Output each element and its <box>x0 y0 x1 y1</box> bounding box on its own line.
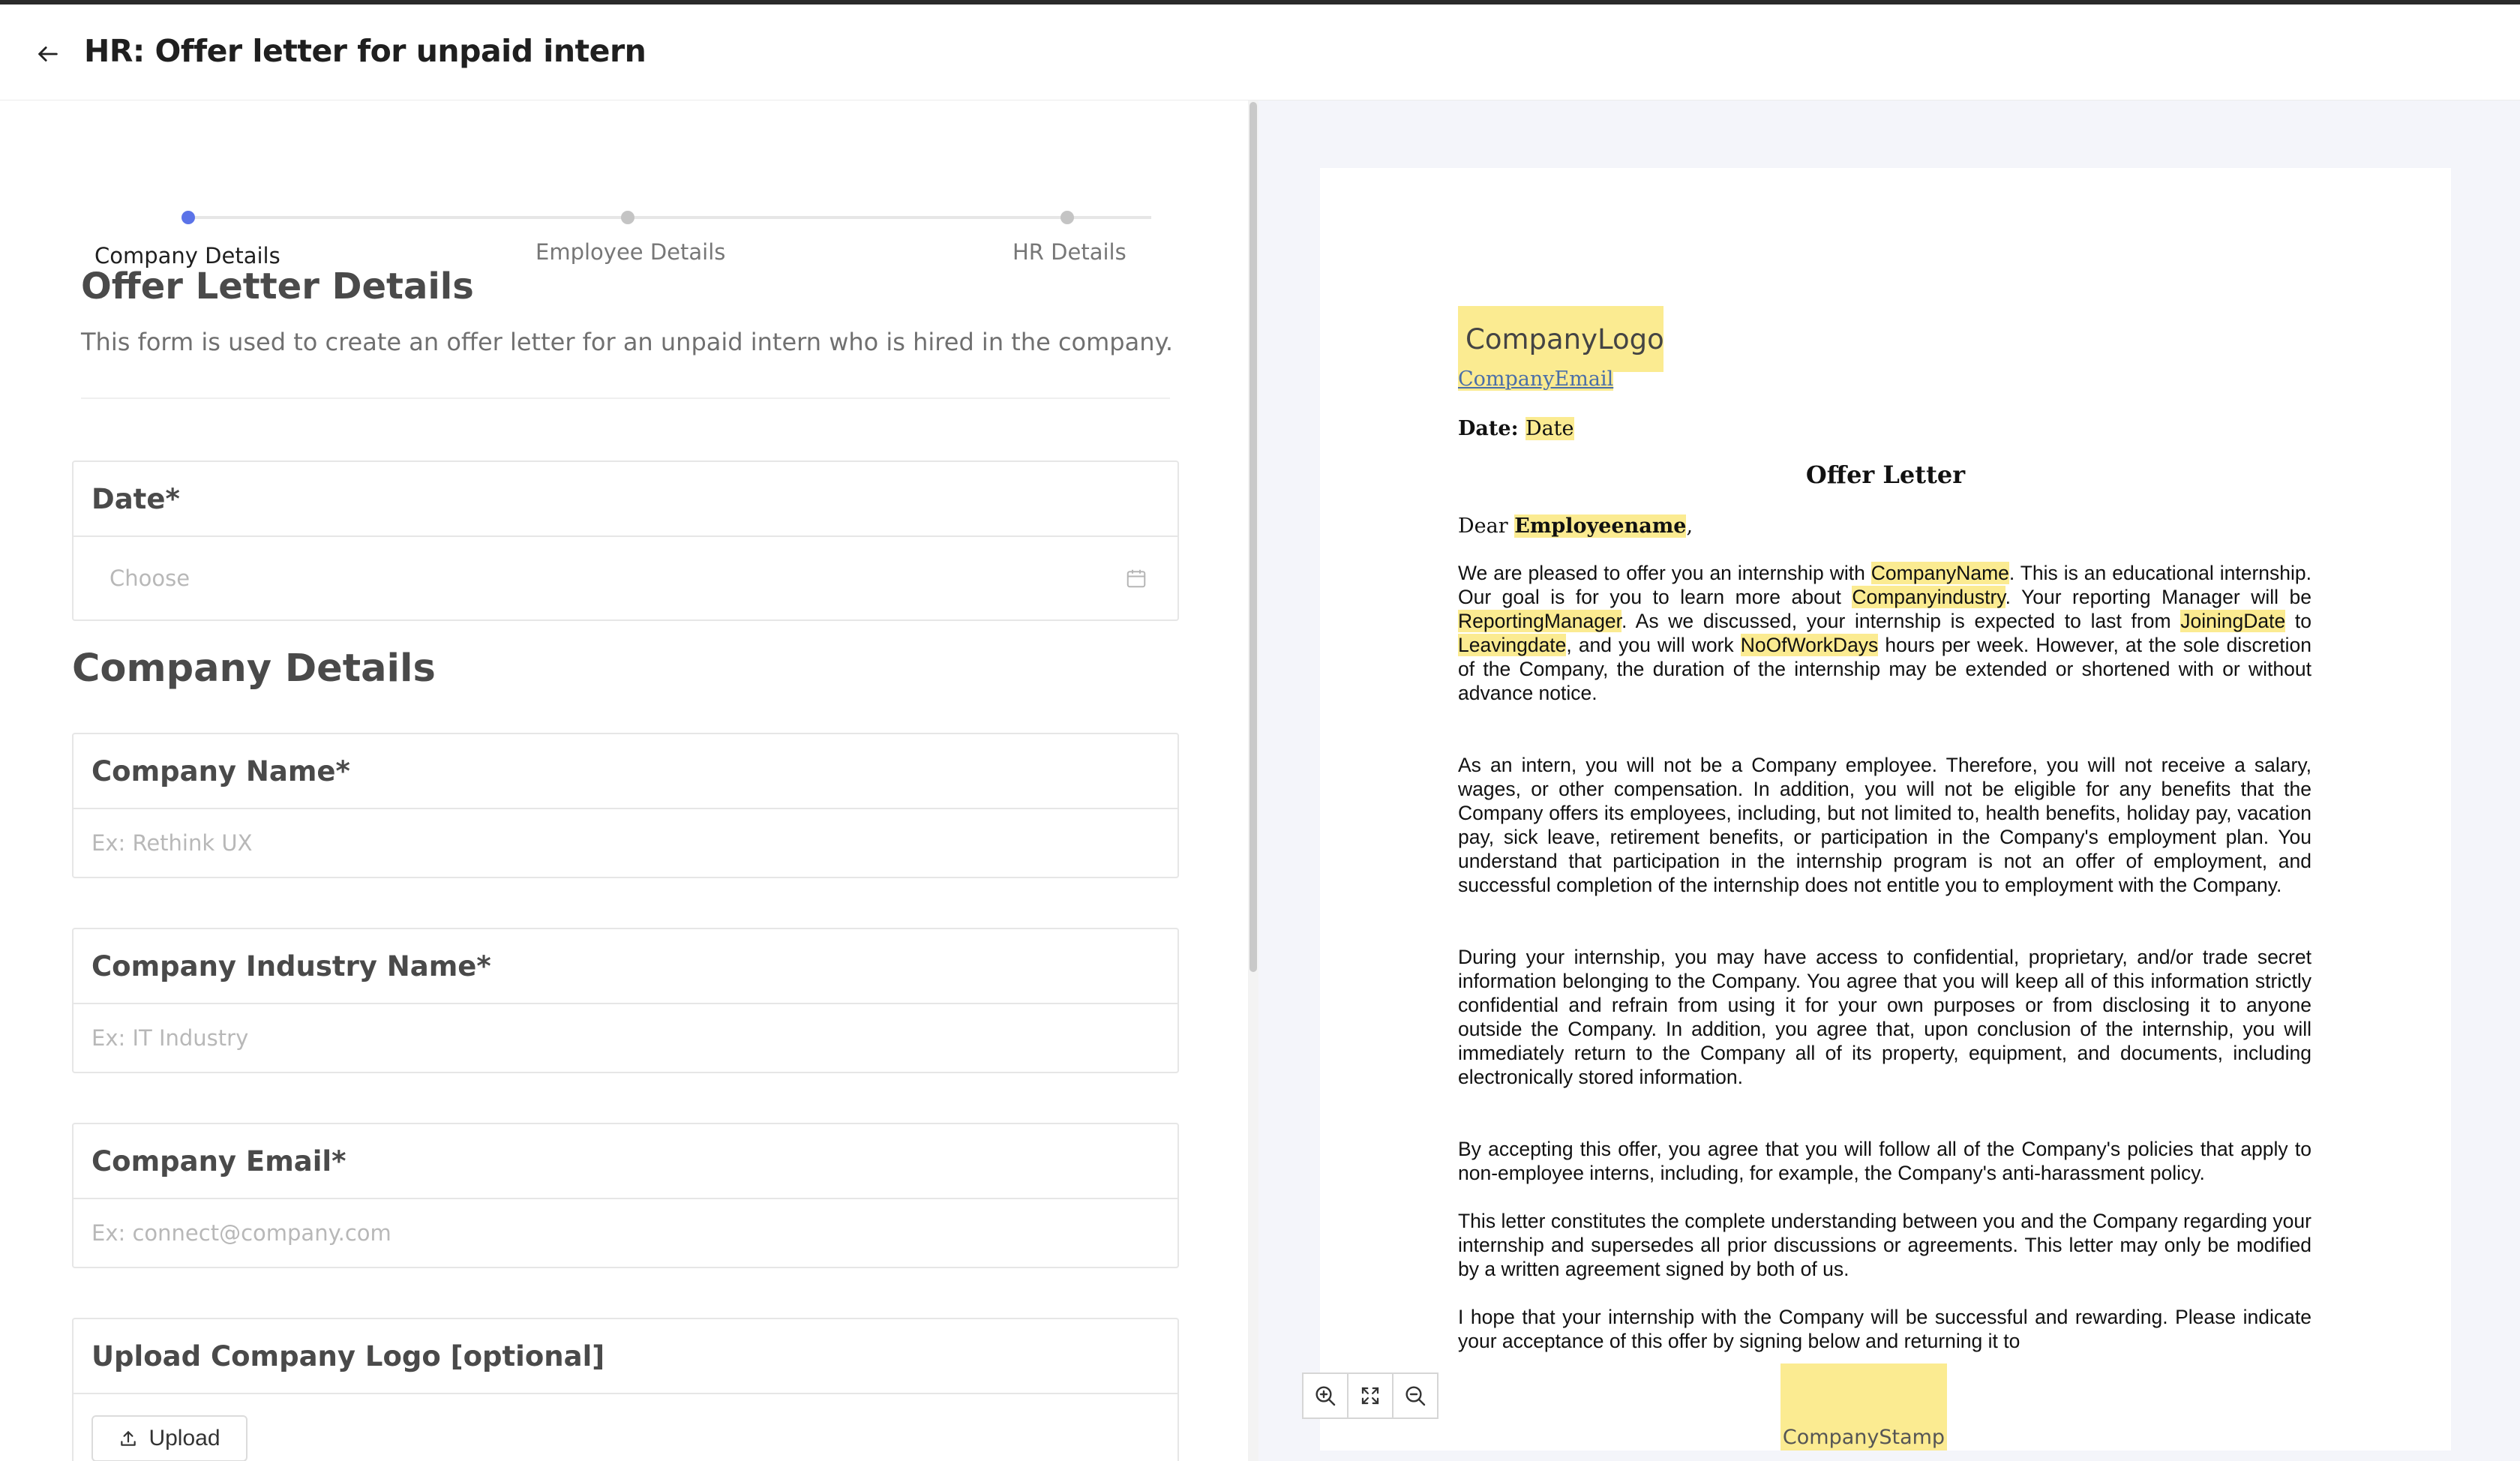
date-value: Date <box>1525 417 1574 440</box>
step-company-details[interactable]: Company Details <box>94 243 280 268</box>
p1-text-f: , and you will work <box>1566 634 1741 656</box>
date-label: Date* <box>74 462 1178 537</box>
zoom-in-button[interactable] <box>1302 1372 1348 1419</box>
company-industry-input[interactable] <box>74 1025 1178 1051</box>
preview-panel: CompanyLogo CompanyEmail Date: Date Offe… <box>1258 100 2520 1461</box>
paragraph-3: During your internship, you may have acc… <box>1458 946 2312 1088</box>
fit-screen-icon <box>1361 1387 1379 1405</box>
company-email-link[interactable]: CompanyEmail <box>1458 368 1614 391</box>
zoom-out-icon <box>1406 1386 1426 1406</box>
letter-greeting: Dear Employeename, <box>1458 514 1694 538</box>
step-hr-details[interactable]: HR Details <box>1012 239 1126 265</box>
offer-letter-details-desc: This form is used to create an offer let… <box>81 328 1174 356</box>
stepper: Company Details Employee Details HR Deta… <box>90 153 1185 268</box>
company-name-label: Company Name* <box>74 734 1178 809</box>
fit-screen-button[interactable] <box>1347 1372 1394 1419</box>
letter-date: Date: Date <box>1458 417 1574 440</box>
company-stamp-placeholder: CompanyStamp <box>1780 1364 1947 1450</box>
company-name-input[interactable] <box>74 830 1178 856</box>
p1-company-industry: Companyindustry <box>1852 586 2006 608</box>
zoom-out-button[interactable] <box>1392 1372 1438 1419</box>
offer-letter-preview: CompanyLogo CompanyEmail Date: Date Offe… <box>1320 168 2451 1450</box>
p1-text-d: . As we discussed, your internship is ex… <box>1622 610 2181 632</box>
company-email-input[interactable] <box>74 1220 1178 1246</box>
paragraph-1: We are pleased to offer you an internshi… <box>1458 561 2312 705</box>
offer-letter-details-title: Offer Letter Details <box>81 266 474 308</box>
header: HR: Offer letter for unpaid intern <box>0 4 2520 100</box>
upload-icon <box>121 1431 136 1446</box>
company-details-title: Company Details <box>72 646 436 691</box>
step-dot-company <box>182 211 195 224</box>
company-industry-field: Company Industry Name* <box>72 928 1179 1073</box>
p1-text-c: . Your reporting Manager will be <box>2005 586 2312 608</box>
arrow-left-icon <box>38 46 58 62</box>
step-employee-details[interactable]: Employee Details <box>536 239 725 265</box>
zoom-controls <box>1302 1372 1438 1420</box>
paragraph-6: I hope that your internship with the Com… <box>1458 1306 2312 1352</box>
calendar-icon[interactable] <box>1125 567 1148 590</box>
company-email-field: Company Email* <box>72 1123 1179 1268</box>
paragraph-5: This letter constitutes the complete und… <box>1458 1210 2312 1280</box>
p1-reporting-manager: ReportingManager <box>1458 610 1622 632</box>
p1-work-days: NoOfWorkDays <box>1740 634 1879 656</box>
company-logo-field: Upload Company Logo [optional] Upload <box>72 1318 1179 1461</box>
company-logo-label: Upload Company Logo [optional] <box>74 1319 1178 1394</box>
p1-company-name: CompanyName <box>1870 562 2009 584</box>
employee-name: Employeename <box>1514 514 1687 538</box>
back-button[interactable] <box>28 34 68 74</box>
upload-label: Upload <box>148 1426 220 1450</box>
date-label-text: Date <box>1458 417 1511 440</box>
company-email-label: Company Email* <box>74 1124 1178 1199</box>
paragraph-2: As an intern, you will not be a Company … <box>1458 754 2312 896</box>
letter-title: Offer Letter <box>1805 460 1966 489</box>
page-title: HR: Offer letter for unpaid intern <box>84 33 646 69</box>
date-field: Date* <box>72 460 1179 621</box>
company-name-field: Company Name* <box>72 733 1179 878</box>
upload-button[interactable]: Upload <box>92 1415 248 1461</box>
company-industry-label: Company Industry Name* <box>74 929 1178 1004</box>
zoom-in-icon <box>1316 1386 1336 1406</box>
company-logo-placeholder: CompanyLogo <box>1458 306 1664 372</box>
p1-joining-date: JoiningDate <box>2180 610 2286 632</box>
step-dot-employee <box>621 211 634 224</box>
form-scrollbar-thumb[interactable] <box>1250 102 1257 972</box>
section-divider <box>81 398 1170 399</box>
p1-text-a: We are pleased to offer you an internshi… <box>1458 562 1871 584</box>
form-panel: Company Details Employee Details HR Deta… <box>0 100 1252 1461</box>
p1-leaving-date: Leavingdate <box>1458 634 1567 656</box>
step-dot-hr <box>1060 211 1074 224</box>
stepper-track <box>188 216 1151 219</box>
dear-text: Dear <box>1458 514 1508 538</box>
paragraph-4: By accepting this offer, you agree that … <box>1458 1138 2312 1184</box>
date-input[interactable] <box>74 566 1178 591</box>
p1-text-e: to <box>2285 610 2312 632</box>
